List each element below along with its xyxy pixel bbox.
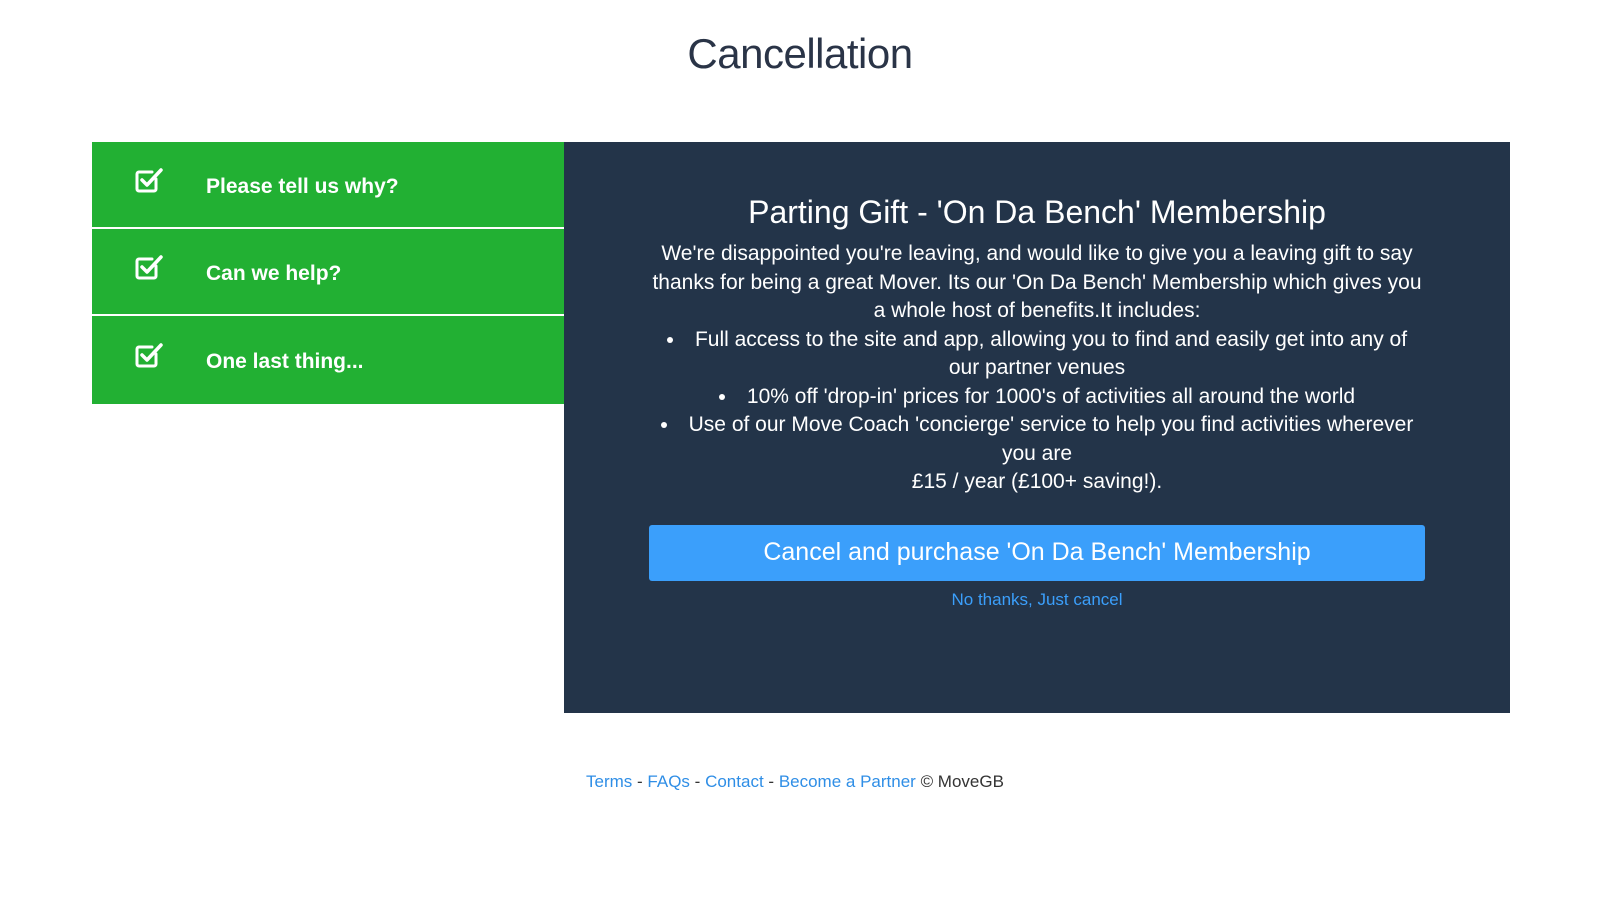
footer-link-contact[interactable]: Contact — [705, 772, 764, 791]
step-one-last-thing[interactable]: One last thing... — [92, 316, 564, 404]
checkbox-checked-icon — [134, 166, 164, 196]
footer-link-terms[interactable]: Terms — [586, 772, 632, 791]
step-label: Please tell us why? — [206, 174, 399, 198]
benefit-item: Full access to the site and app, allowin… — [644, 326, 1430, 383]
step-can-we-help[interactable]: Can we help? — [92, 229, 564, 316]
checkbox-checked-icon — [134, 253, 164, 283]
footer: Terms - FAQs - Contact - Become a Partne… — [586, 772, 1004, 792]
cancellation-steps: Please tell us why? Can we help? One las… — [92, 142, 564, 404]
step-label: One last thing... — [206, 350, 364, 373]
offer-description: We're disappointed you're leaving, and w… — [652, 242, 1422, 322]
just-cancel-link[interactable]: No thanks, Just cancel — [951, 590, 1122, 610]
step-label: Can we help? — [206, 261, 342, 285]
offer-price: £15 / year (£100+ saving!). — [911, 470, 1163, 493]
footer-link-become-a-partner[interactable]: Become a Partner — [779, 772, 916, 791]
step-please-tell-us-why[interactable]: Please tell us why? — [92, 142, 564, 229]
footer-copyright: © MoveGB — [920, 772, 1004, 791]
benefits-list: Full access to the site and app, allowin… — [644, 326, 1430, 469]
benefit-item: Use of our Move Coach 'concierge' servic… — [644, 411, 1430, 468]
offer-content: Parting Gift - 'On Da Bench' Membership … — [644, 192, 1430, 610]
footer-separator: - — [768, 772, 775, 791]
footer-link-faqs[interactable]: FAQs — [647, 772, 690, 791]
footer-separator: - — [637, 772, 643, 791]
offer-heading: Parting Gift - 'On Da Bench' Membership — [748, 194, 1326, 230]
purchase-membership-button[interactable]: Cancel and purchase 'On Da Bench' Member… — [649, 524, 1425, 581]
page-title: Cancellation — [687, 30, 913, 77]
checkbox-checked-icon — [134, 341, 164, 371]
benefit-item: 10% off 'drop-in' prices for 1000's of a… — [644, 383, 1430, 412]
offer-panel: Parting Gift - 'On Da Bench' Membership … — [564, 142, 1510, 713]
footer-separator: - — [694, 772, 701, 791]
